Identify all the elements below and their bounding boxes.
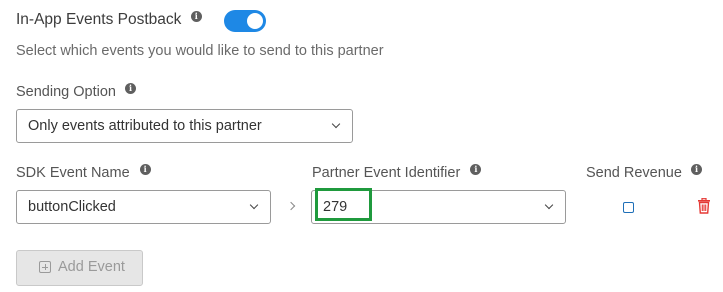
postback-title-text: In-App Events Postback (16, 11, 182, 28)
sdk-event-name-label-text: SDK Event Name (16, 165, 130, 181)
plus-square-icon (39, 261, 51, 273)
send-revenue-label-text: Send Revenue (586, 165, 682, 181)
info-icon: i (139, 164, 151, 175)
partner-event-identifier-label-text: Partner Event Identifier (312, 165, 461, 181)
identifier-highlight-box (315, 188, 372, 221)
chevron-down-icon (544, 200, 554, 210)
partner-event-identifier-label: Partner Event Identifier i (312, 164, 482, 181)
info-icon: i (470, 164, 482, 175)
send-revenue-checkbox[interactable] (623, 202, 634, 213)
chevron-down-icon (249, 200, 259, 210)
add-event-label: Add Event (58, 259, 125, 275)
add-event-button[interactable]: Add Event (16, 250, 143, 286)
sending-option-label: Sending Option i (16, 83, 136, 100)
postback-toggle[interactable] (224, 10, 266, 32)
info-icon: i (125, 83, 136, 94)
sdk-event-name-label: SDK Event Name i (16, 164, 151, 181)
sdk-event-name-select[interactable]: buttonClicked (16, 190, 271, 224)
sdk-event-name-value: buttonClicked (28, 199, 116, 215)
postback-title: In-App Events Postback i (16, 11, 202, 29)
chevron-down-icon (331, 119, 341, 129)
chevron-right-icon (286, 201, 296, 211)
sending-option-label-text: Sending Option (16, 84, 116, 100)
sending-option-select[interactable]: Only events attributed to this partner (16, 109, 353, 143)
postback-description: Select which events you would like to se… (16, 43, 384, 59)
send-revenue-label: Send Revenue i (586, 164, 702, 181)
info-icon: i (190, 11, 202, 22)
trash-icon[interactable] (697, 197, 711, 214)
info-icon: i (690, 164, 702, 175)
toggle-knob (247, 13, 263, 29)
sending-option-value: Only events attributed to this partner (28, 118, 262, 134)
